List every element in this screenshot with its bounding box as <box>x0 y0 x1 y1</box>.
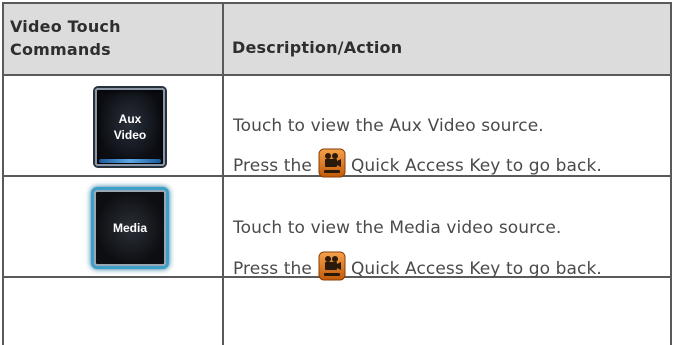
row2-description-line2: Press the Quick Access Key to go back. <box>233 251 602 281</box>
header-description-action: Description/Action <box>232 38 403 57</box>
row2-quick-access-text: Quick Access Key to go back. <box>350 259 602 279</box>
table-divider-header <box>2 74 672 76</box>
media-button-label: Media <box>112 221 147 235</box>
header-col1-line1: Video Touch <box>10 17 121 36</box>
table-border-top <box>2 2 672 4</box>
row1-description-line1: Touch to view the Aux Video source. <box>233 116 544 136</box>
aux-video-button-label-line1: Aux <box>118 112 142 126</box>
row1-quick-access-text: Quick Access Key to go back. <box>350 156 602 176</box>
header-col1-line2: Commands <box>10 40 111 59</box>
video-quick-access-key-icon <box>318 251 346 281</box>
table-column-divider <box>222 2 224 345</box>
row1-press-the: Press the <box>233 156 312 176</box>
header-video-touch-commands: Video Touch Commands <box>10 15 121 61</box>
video-quick-access-key-icon <box>318 148 346 178</box>
aux-video-button-label-line2: Video <box>113 128 147 142</box>
aux-video-button[interactable]: Aux Video <box>95 88 165 166</box>
media-button[interactable]: Media <box>94 190 166 266</box>
row1-description-line2: Press the Quick Access Key to go back. <box>233 148 602 178</box>
table-border-right <box>670 2 672 345</box>
row2-press-the: Press the <box>233 259 312 279</box>
row2-description-line1: Touch to view the Media video source. <box>233 218 562 238</box>
table-border-left <box>2 2 4 345</box>
